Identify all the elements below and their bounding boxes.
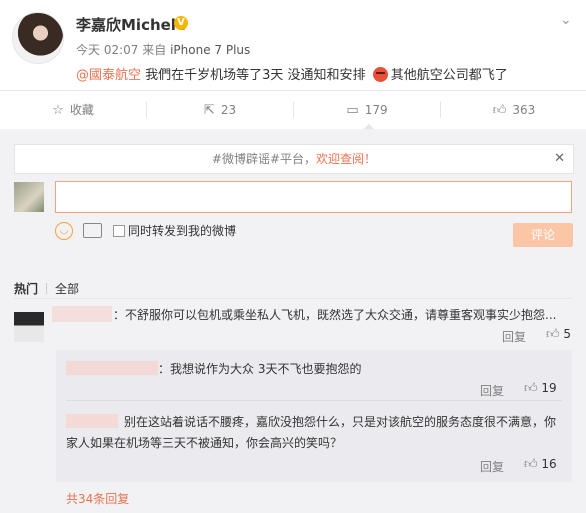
notice-link[interactable]: 欢迎查阅！ bbox=[316, 152, 376, 166]
emoji-icon[interactable]: ◡ bbox=[55, 222, 73, 240]
rumor-notice: #微博辟谣#平台，欢迎查阅！ ✕ bbox=[14, 144, 574, 174]
reply-button[interactable]: 回复 bbox=[480, 458, 504, 475]
thumbs-up-icon: 👍︎ bbox=[546, 327, 560, 342]
like-count: 363 bbox=[512, 103, 536, 117]
comment-like-count: 5 bbox=[563, 327, 572, 341]
comment-input[interactable] bbox=[55, 181, 572, 213]
reply-label: 回复 bbox=[480, 384, 505, 398]
post-text: @國泰航空 我們在千岁机场等了3天 没通知和安排 其他航空公司都飞了 bbox=[76, 64, 508, 83]
my-avatar bbox=[14, 182, 44, 212]
comment-icon: ▭ bbox=[346, 103, 359, 118]
reply-label: 回复 bbox=[480, 460, 505, 474]
tab-all[interactable]: 全部 bbox=[55, 280, 79, 297]
star-icon: ☆ bbox=[52, 103, 64, 118]
commenter-avatar[interactable] bbox=[14, 312, 44, 342]
commenter-name-redacted[interactable] bbox=[52, 306, 112, 322]
author-name[interactable]: 李嘉欣Michele bbox=[76, 14, 186, 35]
reply-button[interactable]: 回复 bbox=[480, 382, 504, 399]
thumbs-up-icon: 👍︎ bbox=[524, 457, 538, 472]
replier-name-redacted[interactable] bbox=[66, 361, 158, 375]
comment-like-button[interactable]: 👍︎ 5 bbox=[546, 327, 571, 342]
thumbs-up-icon: 👍︎ bbox=[492, 103, 507, 118]
comment-text: ：不舒服你可以包机或乘坐私人飞机，既然选了大众交通，请尊重客观事实少抱怨... bbox=[113, 308, 557, 322]
post-meta: 今天 02:07 来自 iPhone 7 Plus bbox=[76, 41, 250, 58]
favorite-button[interactable]: ☆ 收藏 bbox=[0, 91, 146, 129]
submit-comment-button[interactable]: 评论 bbox=[513, 223, 573, 247]
reply-like-button[interactable]: 👍︎ 16 bbox=[524, 457, 557, 472]
post-text-b: 其他航空公司都飞了 bbox=[390, 68, 508, 83]
repost-count: 23 bbox=[220, 103, 237, 117]
reply-like-count: 16 bbox=[541, 457, 557, 471]
reply-like-count: 19 bbox=[541, 381, 557, 395]
reply-button[interactable]: 回复 bbox=[502, 328, 526, 345]
tabs-rule bbox=[14, 298, 572, 299]
comment-count: 179 bbox=[364, 103, 388, 117]
repost-icon: ⇱ bbox=[203, 103, 215, 118]
favorite-label: 收藏 bbox=[69, 103, 94, 117]
close-icon[interactable]: ✕ bbox=[554, 145, 565, 173]
image-icon[interactable] bbox=[83, 223, 102, 238]
reply-like-button[interactable]: 👍︎ 19 bbox=[524, 381, 557, 396]
comment-tabs: 热门 全部 bbox=[14, 280, 79, 297]
reply-label: 回复 bbox=[502, 330, 527, 344]
tab-hot[interactable]: 热门 bbox=[14, 280, 38, 297]
action-bar: ☆ 收藏 ⇱ 23 ▭ 179 👍︎ 363 bbox=[0, 90, 586, 130]
forward-checkbox[interactable] bbox=[113, 225, 125, 237]
mention-link[interactable]: @國泰航空 bbox=[76, 68, 141, 83]
author-avatar[interactable] bbox=[12, 12, 64, 64]
chevron-down-icon[interactable]: ⌄ bbox=[560, 12, 572, 28]
source-prefix: 来自 bbox=[142, 43, 167, 57]
replies-divider bbox=[66, 400, 562, 401]
post-source[interactable]: iPhone 7 Plus bbox=[170, 43, 250, 57]
repost-button[interactable]: ⇱ 23 bbox=[147, 91, 293, 129]
post-text-a: 我們在千岁机场等了3天 没通知和安排 bbox=[145, 68, 366, 83]
angry-face-icon bbox=[372, 67, 388, 82]
forward-label[interactable]: 同时转发到我的微博 bbox=[128, 222, 236, 239]
reply-text: 别在这站着说话不腰疼，嘉欣没抱怨什么，只是对该航空的服务态度很不满意，你家人如果… bbox=[66, 415, 557, 450]
verified-badge-icon: V bbox=[174, 16, 188, 30]
like-button[interactable]: 👍︎ 363 bbox=[441, 91, 586, 129]
notice-text[interactable]: #微博辟谣#平台， bbox=[212, 152, 316, 166]
more-replies-link[interactable]: 共34条回复 bbox=[66, 490, 129, 507]
reply-text: ：我想说作为大众 3天不飞也要抱怨的 bbox=[158, 362, 362, 376]
post-time[interactable]: 今天 02:07 bbox=[76, 43, 138, 57]
tab-divider bbox=[46, 283, 48, 294]
thumbs-up-icon: 👍︎ bbox=[524, 381, 538, 396]
